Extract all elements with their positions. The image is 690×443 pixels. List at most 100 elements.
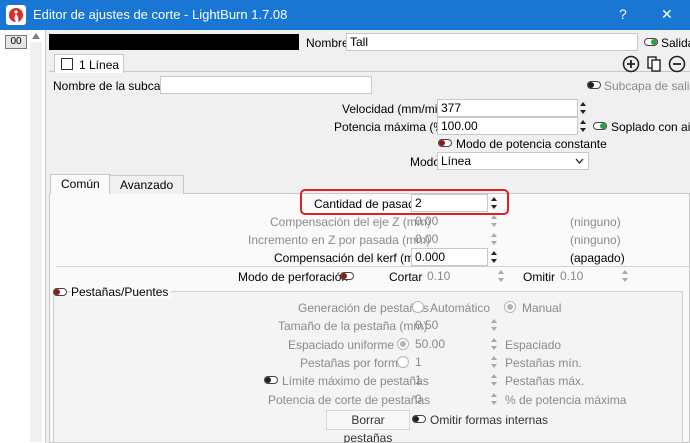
- perforation-skip-spinner[interactable]: [620, 267, 631, 285]
- uniform-spacing-label: Espaciado uniforme: [288, 338, 395, 352]
- perforation-toggle[interactable]: [340, 272, 354, 280]
- skip-inner-label: Omitir formas internas: [430, 413, 549, 427]
- layer-color-swatch[interactable]: [49, 34, 299, 50]
- tab-size-label: Tamaño de la pestaña (mm): [278, 319, 428, 333]
- kerf-spinner[interactable]: [489, 248, 500, 266]
- z-step-input[interactable]: 0.00: [411, 230, 488, 248]
- scroll-up-icon[interactable]: [32, 33, 40, 39]
- tabs-per-shape-spinner[interactable]: [489, 353, 500, 371]
- toggle-knob-icon: [651, 39, 657, 45]
- max-tabs-unit: Pestañas máx.: [505, 374, 585, 388]
- sublayer-output-label: Subcapa de salida: [604, 79, 690, 93]
- constant-power-toggle[interactable]: [438, 139, 452, 147]
- tab-power-unit: % de potencia máxima: [505, 393, 627, 407]
- chevron-down-icon[interactable]: [575, 158, 584, 164]
- mode-label: Modo: [410, 155, 441, 169]
- name-input[interactable]: Tall: [346, 33, 638, 51]
- toggle-knob-icon: [413, 416, 419, 422]
- z-step-spinner[interactable]: [489, 230, 500, 248]
- z-step-note: (ninguno): [570, 233, 621, 247]
- sublayer-name-input[interactable]: [160, 76, 372, 94]
- auto-label: Automático: [430, 301, 491, 315]
- max-tabs-toggle[interactable]: [264, 376, 278, 384]
- mode-value: Línea: [441, 154, 472, 168]
- z-offset-input[interactable]: 0.00: [411, 212, 488, 230]
- tab-size-spinner[interactable]: [489, 316, 500, 334]
- air-assist-toggle[interactable]: [593, 122, 607, 130]
- layer-item[interactable]: 00: [5, 35, 27, 49]
- toggle-knob-icon: [439, 140, 445, 146]
- sublayer-output-toggle[interactable]: [587, 81, 601, 89]
- tab-power-label: Potencia de corte de pestañas: [268, 393, 431, 407]
- speed-spinner[interactable]: [578, 99, 589, 117]
- window-title: Editor de ajustes de corte - LightBurn 1…: [33, 7, 288, 22]
- help-button[interactable]: ?: [619, 6, 627, 22]
- perforation-cut-input[interactable]: 0.10: [423, 267, 493, 285]
- speed-input[interactable]: 377: [437, 99, 578, 117]
- constant-power-label: Modo de potencia constante: [456, 137, 607, 151]
- tabs-bridges-title: Pestañas/Puentes: [71, 285, 172, 299]
- kerf-input[interactable]: 0.000: [411, 248, 488, 266]
- sublayer-name-label: Nombre de la subcapa: [53, 79, 174, 93]
- lightburn-logo-icon: [6, 5, 26, 25]
- max-tabs-label: Límite máximo de pestañas: [282, 374, 429, 388]
- perforation-skip-label: Omitir: [523, 270, 555, 284]
- z-offset-label: Compensación del eje Z (mm): [270, 215, 431, 229]
- uniform-spacing-spinner[interactable]: [489, 335, 500, 353]
- tab-power-input[interactable]: 0: [411, 390, 488, 408]
- tab-power-spinner[interactable]: [489, 390, 500, 408]
- tab-common[interactable]: Común: [50, 174, 111, 194]
- tab-advanced[interactable]: Avanzado: [109, 175, 185, 194]
- passes-spinner[interactable]: [489, 194, 500, 212]
- manual-radio[interactable]: [504, 301, 516, 313]
- output-toggle[interactable]: [644, 38, 658, 46]
- layer-scrollbar[interactable]: [30, 42, 42, 442]
- uniform-spacing-radio[interactable]: [397, 338, 409, 350]
- tabs-per-shape-radio[interactable]: [397, 356, 409, 368]
- kerf-label: Compensación del kerf (mm): [274, 251, 429, 265]
- perforation-skip-input[interactable]: 0.10: [556, 267, 616, 285]
- remove-sublayer-icon[interactable]: [668, 55, 686, 73]
- auto-radio[interactable]: [412, 301, 424, 313]
- sublayer-tab-divider: [49, 71, 690, 72]
- toggle-knob-icon: [341, 273, 347, 279]
- sublayer-tab[interactable]: 1 Línea: [54, 54, 124, 73]
- speed-label: Velocidad (mm/min): [342, 102, 449, 116]
- power-input[interactable]: 100.00: [437, 117, 578, 135]
- uniform-spacing-input[interactable]: 50.00: [411, 335, 488, 353]
- z-step-label: Incremento en Z por pasada (mm): [248, 233, 431, 247]
- max-tabs-input[interactable]: 1: [411, 371, 488, 389]
- power-spinner[interactable]: [578, 117, 589, 135]
- air-assist-label: Soplado con aire: [611, 120, 690, 134]
- tab-generation-label: Generación de pestañas: [298, 301, 429, 315]
- uniform-spacing-unit: Espaciado: [505, 338, 562, 352]
- clear-tabs-button[interactable]: Borrar pestañas: [326, 410, 410, 443]
- sublayer-tab-label: 1 Línea: [79, 58, 120, 72]
- close-button[interactable]: ✕: [661, 6, 673, 23]
- tabs-per-shape-label: Pestañas por forma: [300, 356, 405, 370]
- perforation-cut-label: Cortar: [389, 270, 423, 284]
- tabs-per-shape-input[interactable]: 1: [411, 353, 488, 371]
- manual-label: Manual: [522, 301, 562, 315]
- skip-inner-toggle[interactable]: [412, 415, 426, 423]
- perforation-cut-spinner[interactable]: [496, 267, 507, 285]
- mode-select[interactable]: Línea: [437, 152, 589, 170]
- layer-list: 00: [0, 30, 46, 443]
- z-offset-spinner[interactable]: [489, 212, 500, 230]
- copy-sublayer-icon[interactable]: [645, 55, 663, 73]
- max-tabs-spinner[interactable]: [489, 371, 500, 389]
- tabs-bridges-toggle[interactable]: [53, 288, 67, 296]
- tab-size-input[interactable]: 0.50: [411, 316, 488, 334]
- output-label: Salida: [661, 36, 690, 50]
- toggle-knob-icon: [588, 82, 594, 88]
- sublayer-checkbox[interactable]: [61, 58, 73, 70]
- add-sublayer-icon[interactable]: [622, 55, 640, 73]
- tabs-per-shape-unit: Pestañas mín.: [505, 356, 582, 370]
- z-offset-note: (ninguno): [570, 215, 621, 229]
- power-label: Potencia máxima (%): [334, 120, 449, 134]
- kerf-note: (apagado): [570, 251, 625, 265]
- toggle-knob-icon: [54, 289, 60, 295]
- passes-input[interactable]: 2: [411, 194, 488, 212]
- perforation-label: Modo de perforación: [238, 270, 349, 284]
- title-bar: Editor de ajustes de corte - LightBurn 1…: [0, 0, 690, 30]
